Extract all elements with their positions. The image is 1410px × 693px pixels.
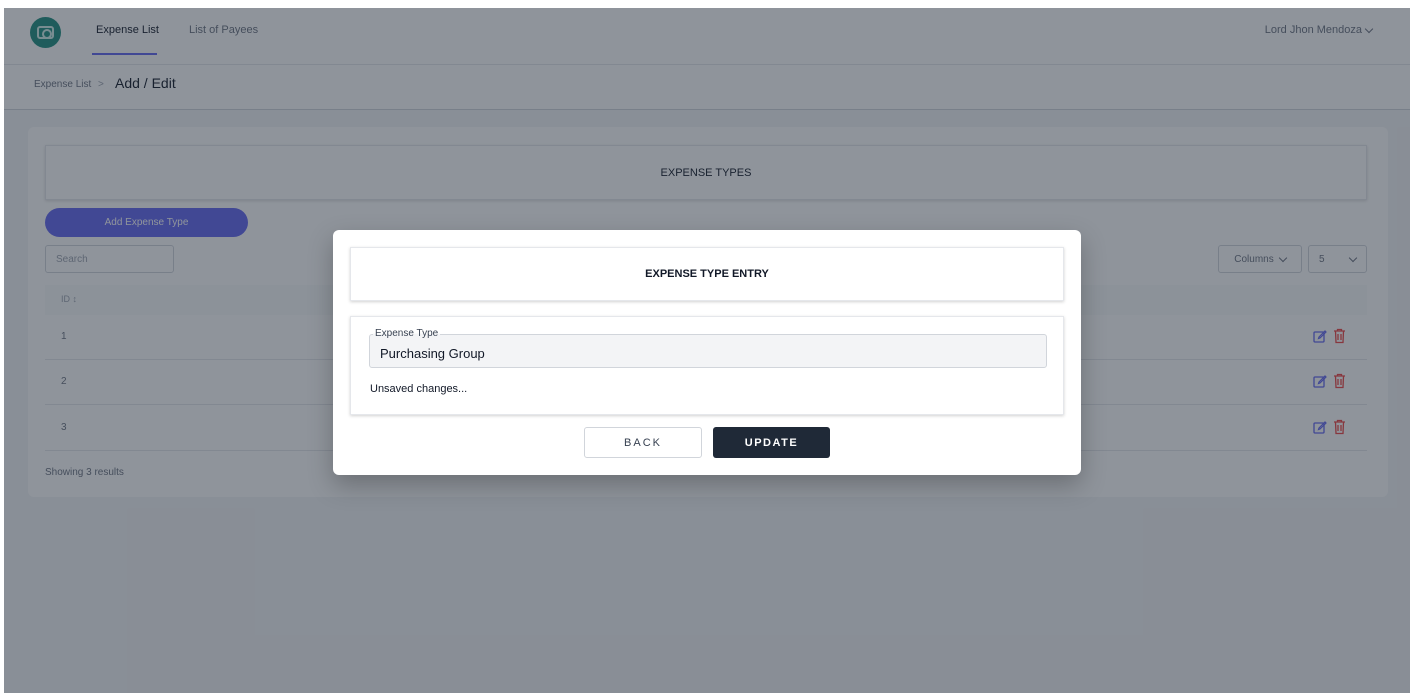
modal-title: EXPENSE TYPE ENTRY [350,247,1064,301]
app-window: Expense List List of Payees Lord Jhon Me… [4,8,1410,693]
modal-body: Purchasing Group Expense Type Unsaved ch… [350,316,1064,415]
back-button[interactable]: BACK [584,427,702,458]
expense-type-label: Expense Type [373,328,441,339]
expense-type-field[interactable]: Purchasing Group [369,334,1047,368]
unsaved-status: Unsaved changes... [370,383,468,395]
expense-type-modal: EXPENSE TYPE ENTRY Purchasing Group Expe… [333,230,1081,475]
update-button[interactable]: UPDATE [713,427,830,458]
expense-type-value[interactable]: Purchasing Group [380,346,485,361]
